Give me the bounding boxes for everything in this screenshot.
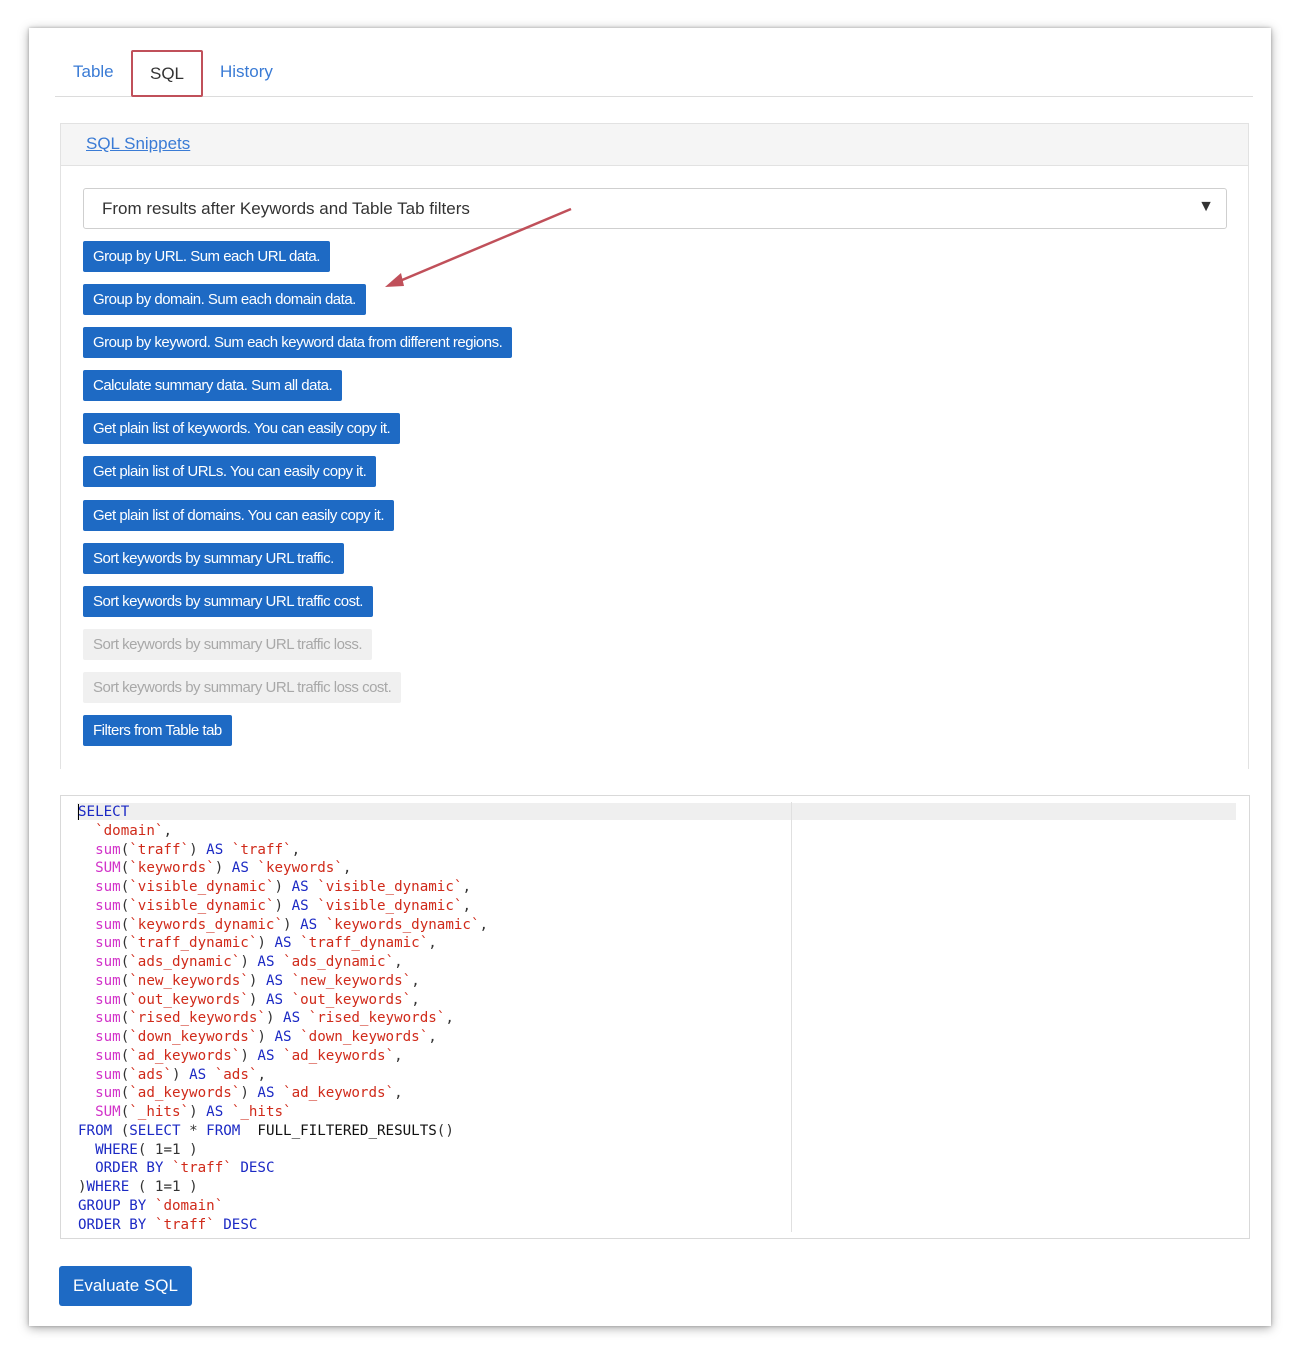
snippet-button[interactable]: Group by keyword. Sum each keyword data … bbox=[83, 327, 513, 359]
print-margin bbox=[791, 802, 792, 1232]
sql-panel-window: Table SQL History SQL Snippets From resu… bbox=[29, 28, 1271, 1326]
snippet-source-select[interactable]: From results after Keywords and Table Ta… bbox=[83, 188, 1227, 229]
sql-snippets-panel: SQL Snippets From results after Keywords… bbox=[60, 123, 1249, 769]
snippet-button[interactable]: Get plain list of keywords. You can easi… bbox=[83, 413, 401, 445]
snippet-button: Sort keywords by summary URL traffic los… bbox=[83, 671, 402, 703]
snippet-button[interactable]: Get plain list of domains. You can easil… bbox=[83, 499, 395, 531]
sql-snippets-link[interactable]: SQL Snippets bbox=[86, 134, 190, 154]
tab-bar: Table SQL History bbox=[55, 50, 1253, 97]
snippet-button[interactable]: Filters from Table tab bbox=[83, 715, 232, 747]
evaluate-sql-button[interactable]: Evaluate SQL bbox=[59, 1266, 192, 1306]
text-cursor bbox=[78, 804, 79, 820]
snippet-source-value: From results after Keywords and Table Ta… bbox=[102, 199, 470, 218]
tab-sql[interactable]: SQL bbox=[131, 50, 203, 97]
snippet-button[interactable]: Get plain list of URLs. You can easily c… bbox=[83, 456, 377, 488]
tab-table[interactable]: Table bbox=[73, 62, 114, 82]
sql-editor[interactable]: SELECT `domain`, sum(`traff`) AS `traff`… bbox=[60, 795, 1250, 1239]
snippet-button[interactable]: Group by domain. Sum each domain data. bbox=[83, 284, 366, 316]
snippet-button-list: Group by URL. Sum each URL data. Group by… bbox=[83, 241, 513, 758]
snippet-button: Sort keywords by summary URL traffic los… bbox=[83, 628, 373, 660]
sql-code[interactable]: SELECT `domain`, sum(`traff`) AS `traff`… bbox=[78, 803, 488, 1234]
snippet-button[interactable]: Sort keywords by summary URL traffic cos… bbox=[83, 585, 373, 617]
tab-history[interactable]: History bbox=[220, 62, 273, 82]
dropdown-caret-icon: ▼ bbox=[1198, 198, 1214, 215]
snippet-button[interactable]: Sort keywords by summary URL traffic. bbox=[83, 542, 344, 574]
snippet-button[interactable]: Calculate summary data. Sum all data. bbox=[83, 370, 343, 402]
snippet-button[interactable]: Group by URL. Sum each URL data. bbox=[83, 241, 330, 272]
snippets-panel-header: SQL Snippets bbox=[61, 124, 1248, 166]
